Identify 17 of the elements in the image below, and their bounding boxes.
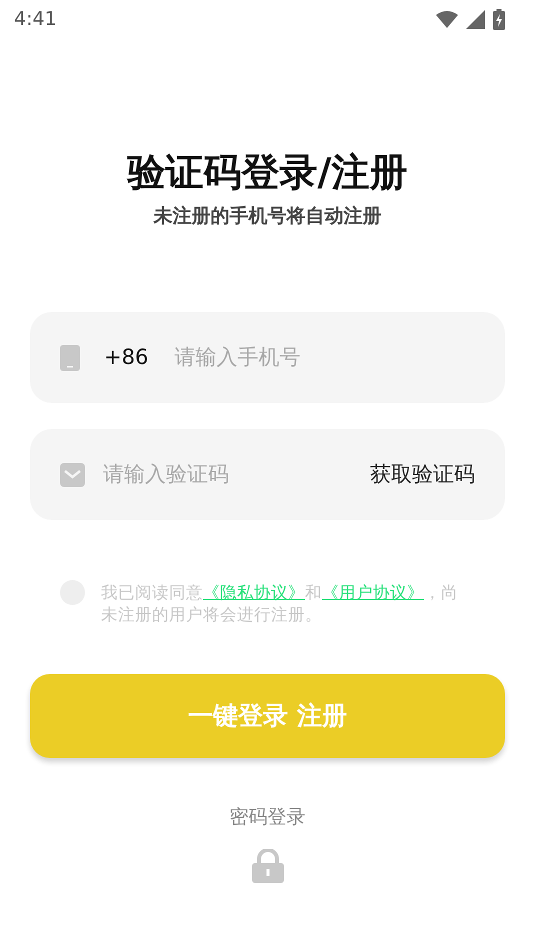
page-subtitle: 未注册的手机号将自动注册 <box>152 204 382 229</box>
phone-input[interactable]: 请输入手机号 <box>172 340 475 374</box>
password-login-link[interactable]: 密码登录 <box>224 802 312 833</box>
get-code-button[interactable]: 获取验证码 <box>370 458 475 490</box>
wifi-icon <box>436 10 458 28</box>
status-time: 4:41 <box>14 6 57 32</box>
phone-icon <box>60 344 80 371</box>
page-title: 验证码登录/注册 <box>126 150 408 196</box>
agreement-link[interactable]: 《隐私协议》 <box>203 583 305 602</box>
country-code: +86 <box>104 344 148 371</box>
login-button[interactable]: 一键登录 注册 <box>30 674 505 758</box>
agreement-link[interactable]: 《用户协议》 <box>322 583 424 602</box>
signal-icon <box>466 10 485 28</box>
code-input[interactable]: 请输入验证码 <box>101 458 370 492</box>
lock-icon <box>252 848 284 883</box>
mail-icon <box>60 462 85 487</box>
battery-icon <box>493 8 505 30</box>
